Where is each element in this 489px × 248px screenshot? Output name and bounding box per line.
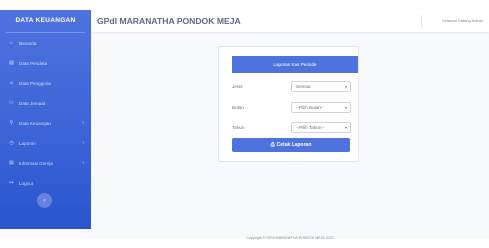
wallet-icon: ⚲	[9, 120, 14, 126]
jenis-select[interactable]: Semua ▾	[291, 81, 351, 92]
tahun-select[interactable]: --Pilih Tahun-- ▾	[291, 122, 351, 133]
sidebar-item-label: Beranda	[19, 40, 37, 46]
group-icon: ⚇	[9, 100, 14, 106]
brand-title[interactable]: DATA KEUANGAN	[0, 10, 91, 32]
logout-icon: ↦	[9, 180, 14, 186]
sidebar-item-laporan[interactable]: ◷ Laporan ›	[0, 133, 91, 153]
report-card: Laporan Kas Periode Jenis Semua ▾ Bulan …	[218, 46, 359, 162]
sidebar-item-data-pengguna[interactable]: ☺ Data Pengguna	[0, 73, 91, 93]
bulan-label: Bulan	[232, 105, 244, 110]
print-report-button[interactable]: ⎙ Cetak Laporan	[232, 138, 350, 152]
report-icon: ◷	[9, 140, 14, 146]
sidebar-item-label: Data Pengguna	[19, 80, 51, 86]
users-icon: ☺	[8, 80, 15, 86]
chevron-down-icon: ▾	[344, 84, 347, 89]
topbar: GPdI MARANATHA PONDOK MEJA Selamat Datan…	[91, 10, 489, 32]
tahun-value: --Pilih Tahun--	[296, 125, 325, 130]
chevron-right-icon: ›	[82, 140, 84, 146]
chevron-left-icon: ‹	[43, 197, 46, 204]
user-icon: ▤	[9, 60, 14, 66]
sidebar-item-label: Data Pendeta	[19, 60, 48, 66]
sidebar-item-data-keuangan[interactable]: ⚲ Data Keuangan ›	[0, 113, 91, 133]
bulan-value: --Pilih Bulan--	[296, 105, 324, 110]
jenis-label: Jenis	[232, 84, 243, 89]
app-frame: DATA KEUANGAN ⌂ Beranda ▤ Data Pendeta ☺…	[0, 10, 489, 238]
sidebar-item-label: Data Jemaat	[19, 100, 46, 106]
print-icon: ⎙	[270, 142, 275, 148]
sidebar-toggle-button[interactable]: ‹	[37, 193, 52, 208]
user-menu[interactable]: Selamat Datang Admin	[442, 10, 483, 32]
home-icon: ⌂	[9, 40, 14, 46]
chevron-right-icon: ›	[82, 120, 84, 126]
chevron-down-icon: ▾	[344, 125, 347, 130]
bulan-select[interactable]: --Pilih Bulan-- ▾	[291, 102, 351, 113]
chevron-right-icon: ›	[82, 160, 84, 166]
sidebar-item-label: Data Keuangan	[19, 120, 51, 126]
print-report-label: Cetak Laporan	[276, 142, 312, 148]
jenis-value: Semua	[296, 84, 311, 89]
card-title: Laporan Kas Periode	[232, 56, 358, 73]
sidebar-item-logout[interactable]: ↦ Logout	[0, 173, 91, 193]
info-icon: ▤	[9, 160, 14, 166]
page-title: GPdI MARANATHA PONDOK MEJA	[97, 16, 241, 26]
tahun-label: Tahun	[232, 125, 245, 130]
sidebar-item-beranda[interactable]: ⌂ Beranda	[0, 33, 91, 53]
sidebar-item-label: Laporan	[19, 140, 36, 146]
sidebar-item-informasi-gereja[interactable]: ▤ Informasi Gereja ›	[0, 153, 91, 173]
sidebar-item-data-pendeta[interactable]: ▤ Data Pendeta	[0, 53, 91, 73]
chevron-down-icon: ▾	[344, 105, 347, 110]
sidebar-item-data-jemaat[interactable]: ⚇ Data Jemaat	[0, 93, 91, 113]
footer-copyright: Copyright © GPdI MARANATHA PONDOK MEJA 2…	[246, 236, 334, 240]
sidebar: DATA KEUANGAN ⌂ Beranda ▤ Data Pendeta ☺…	[0, 10, 91, 229]
sidebar-item-label: Informasi Gereja	[19, 160, 53, 166]
topbar-divider	[421, 15, 422, 27]
sidebar-item-label: Logout	[19, 180, 34, 186]
